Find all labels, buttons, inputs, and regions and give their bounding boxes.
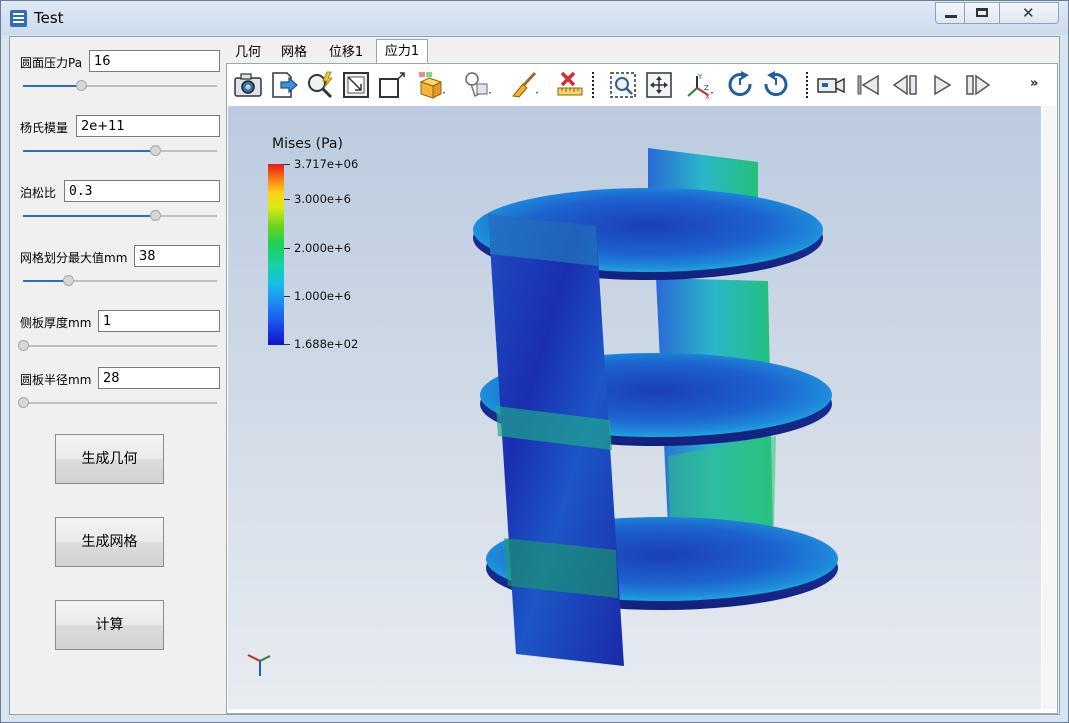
toolbar-separator (592, 72, 594, 98)
svg-text:Y: Y (697, 73, 703, 81)
poisson-ratio-input[interactable]: 0.3 (64, 180, 220, 202)
tab-stress[interactable]: 应力1 (376, 39, 428, 65)
minimize-icon (945, 15, 957, 18)
client-area: 圆面压力Pa 16 杨氏模量 2e+11 泊松比 0.3 网格划分最大值mm 3… (9, 36, 1060, 715)
brush-icon[interactable] (509, 70, 539, 100)
pressure-label: 圆面压力Pa (20, 56, 83, 70)
frame-icon[interactable] (341, 70, 371, 100)
tab-geometry[interactable]: 几何 (232, 42, 264, 64)
slider-handle[interactable] (62, 275, 74, 286)
cube-outline-icon[interactable] (377, 70, 407, 100)
render-viewport[interactable]: Mises (Pa) 3.717e+06 3.000e+6 2.000e+6 1… (228, 106, 1041, 709)
poisson-ratio-slider[interactable] (23, 210, 217, 222)
prev-frame-icon[interactable] (891, 70, 921, 100)
side-thickness-slider[interactable] (18, 340, 217, 352)
youngs-modulus-label: 杨氏模量 (20, 121, 69, 135)
delete-ruler-icon[interactable] (555, 70, 585, 100)
minimize-button[interactable] (935, 2, 965, 24)
toolbar-overflow-button[interactable]: » (1030, 76, 1038, 91)
stress-model (247, 148, 838, 676)
camera-icon[interactable] (233, 70, 263, 100)
main-window: Test ✕ 圆面压力Pa 16 杨氏模量 2e+11 泊松比 0.3 网格划分… (0, 0, 1069, 723)
title-bar[interactable]: Test ✕ (1, 1, 1068, 35)
display-icon[interactable] (463, 70, 493, 100)
axes-icon[interactable]: YZX (684, 70, 714, 100)
video-icon[interactable] (816, 70, 846, 100)
disk-radius-input[interactable]: 28 (98, 367, 220, 389)
side-thickness-label: 侧板厚度mm (20, 316, 92, 330)
close-button[interactable]: ✕ (999, 2, 1059, 24)
next-frame-icon[interactable] (963, 70, 993, 100)
rotate-ccw-icon[interactable] (761, 70, 791, 100)
slider-handle[interactable] (149, 145, 161, 156)
box-select-icon[interactable] (417, 70, 447, 100)
slider-handle[interactable] (18, 340, 29, 351)
tab-displacement[interactable]: 位移1 (326, 42, 366, 64)
toolbar-separator (806, 72, 808, 98)
window-title: Test (34, 9, 64, 27)
play-icon[interactable] (927, 70, 957, 100)
slider-handle[interactable] (149, 210, 161, 221)
first-frame-icon[interactable] (853, 70, 883, 100)
pressure-slider[interactable] (23, 80, 217, 92)
zoom-region-icon[interactable] (608, 70, 638, 100)
svg-text:X: X (705, 93, 710, 100)
maximize-icon (976, 8, 988, 17)
maximize-button[interactable] (964, 2, 1000, 24)
slider-handle[interactable] (18, 397, 29, 408)
parameter-panel: 圆面压力Pa 16 杨氏模量 2e+11 泊松比 0.3 网格划分最大值mm 3… (10, 37, 226, 714)
rotate-cw-icon[interactable] (725, 70, 755, 100)
svg-text:Z: Z (704, 84, 709, 92)
pan-icon[interactable] (644, 70, 674, 100)
generate-mesh-button[interactable]: 生成网格 (55, 517, 164, 567)
compute-button[interactable]: 计算 (55, 600, 164, 650)
stress-view-panel: YZX » Mises (Pa) 3.717e+06 3.000e+6 2.00… (226, 63, 1058, 714)
youngs-modulus-slider[interactable] (23, 145, 217, 157)
side-thickness-input[interactable]: 1 (98, 310, 220, 332)
tab-mesh[interactable]: 网格 (278, 42, 310, 64)
poisson-ratio-label: 泊松比 (20, 186, 57, 200)
disk-radius-label: 圆板半径mm (20, 373, 92, 387)
axes-triad (247, 654, 271, 676)
viewport-scrollbar[interactable] (1042, 106, 1056, 709)
zoom-search-icon[interactable] (305, 70, 335, 100)
mesh-size-slider[interactable] (23, 275, 217, 287)
close-icon: ✕ (1022, 4, 1035, 22)
youngs-modulus-input[interactable]: 2e+11 (76, 115, 220, 137)
view-tabs: 几何 网格 位移1 应力1 (226, 39, 1058, 65)
mesh-size-input[interactable]: 38 (134, 245, 220, 267)
generate-geometry-button[interactable]: 生成几何 (55, 434, 164, 484)
export-icon[interactable] (269, 70, 299, 100)
disk-radius-slider[interactable] (18, 397, 217, 409)
view-toolbar: YZX » (227, 64, 1057, 106)
pressure-input[interactable]: 16 (89, 50, 220, 72)
mesh-size-label: 网格划分最大值mm (20, 251, 128, 265)
slider-handle[interactable] (76, 80, 88, 91)
app-icon (10, 10, 27, 27)
